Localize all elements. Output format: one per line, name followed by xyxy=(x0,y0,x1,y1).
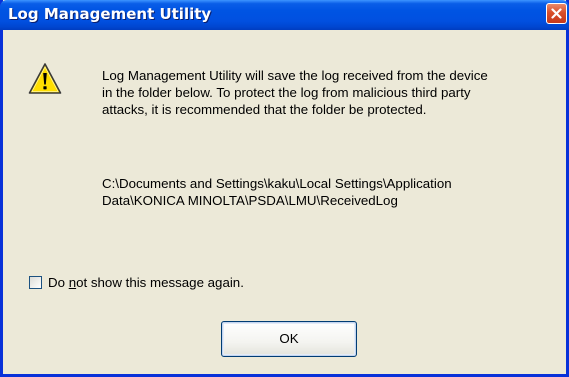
dont-show-again-label[interactable]: Do not show this message again. xyxy=(48,275,244,290)
path-line: Data\KONICA MINOLTA\PSDA\LMU\ReceivedLog xyxy=(102,193,398,208)
window-title: Log Management Utility xyxy=(8,5,212,23)
title-bar[interactable]: Log Management Utility xyxy=(0,0,569,30)
dialog-window: Log Management Utility Log Management Ut… xyxy=(0,0,569,377)
warning-icon xyxy=(28,63,62,94)
close-button[interactable] xyxy=(546,3,567,24)
message-line: attacks, it is recommended that the fold… xyxy=(102,102,427,117)
folder-path: C:\Documents and Settings\kaku\Local Set… xyxy=(102,175,542,209)
ok-button[interactable]: OK xyxy=(221,321,357,357)
message-line: Log Management Utility will save the log… xyxy=(102,68,488,83)
dont-show-again-checkbox[interactable] xyxy=(29,275,42,289)
dont-show-again-option[interactable]: Do not show this message again. xyxy=(29,274,244,290)
close-icon xyxy=(551,8,562,19)
warning-message: Log Management Utility will save the log… xyxy=(102,67,542,118)
message-line: in the folder below. To protect the log … xyxy=(102,85,471,100)
path-line: C:\Documents and Settings\kaku\Local Set… xyxy=(102,176,452,191)
